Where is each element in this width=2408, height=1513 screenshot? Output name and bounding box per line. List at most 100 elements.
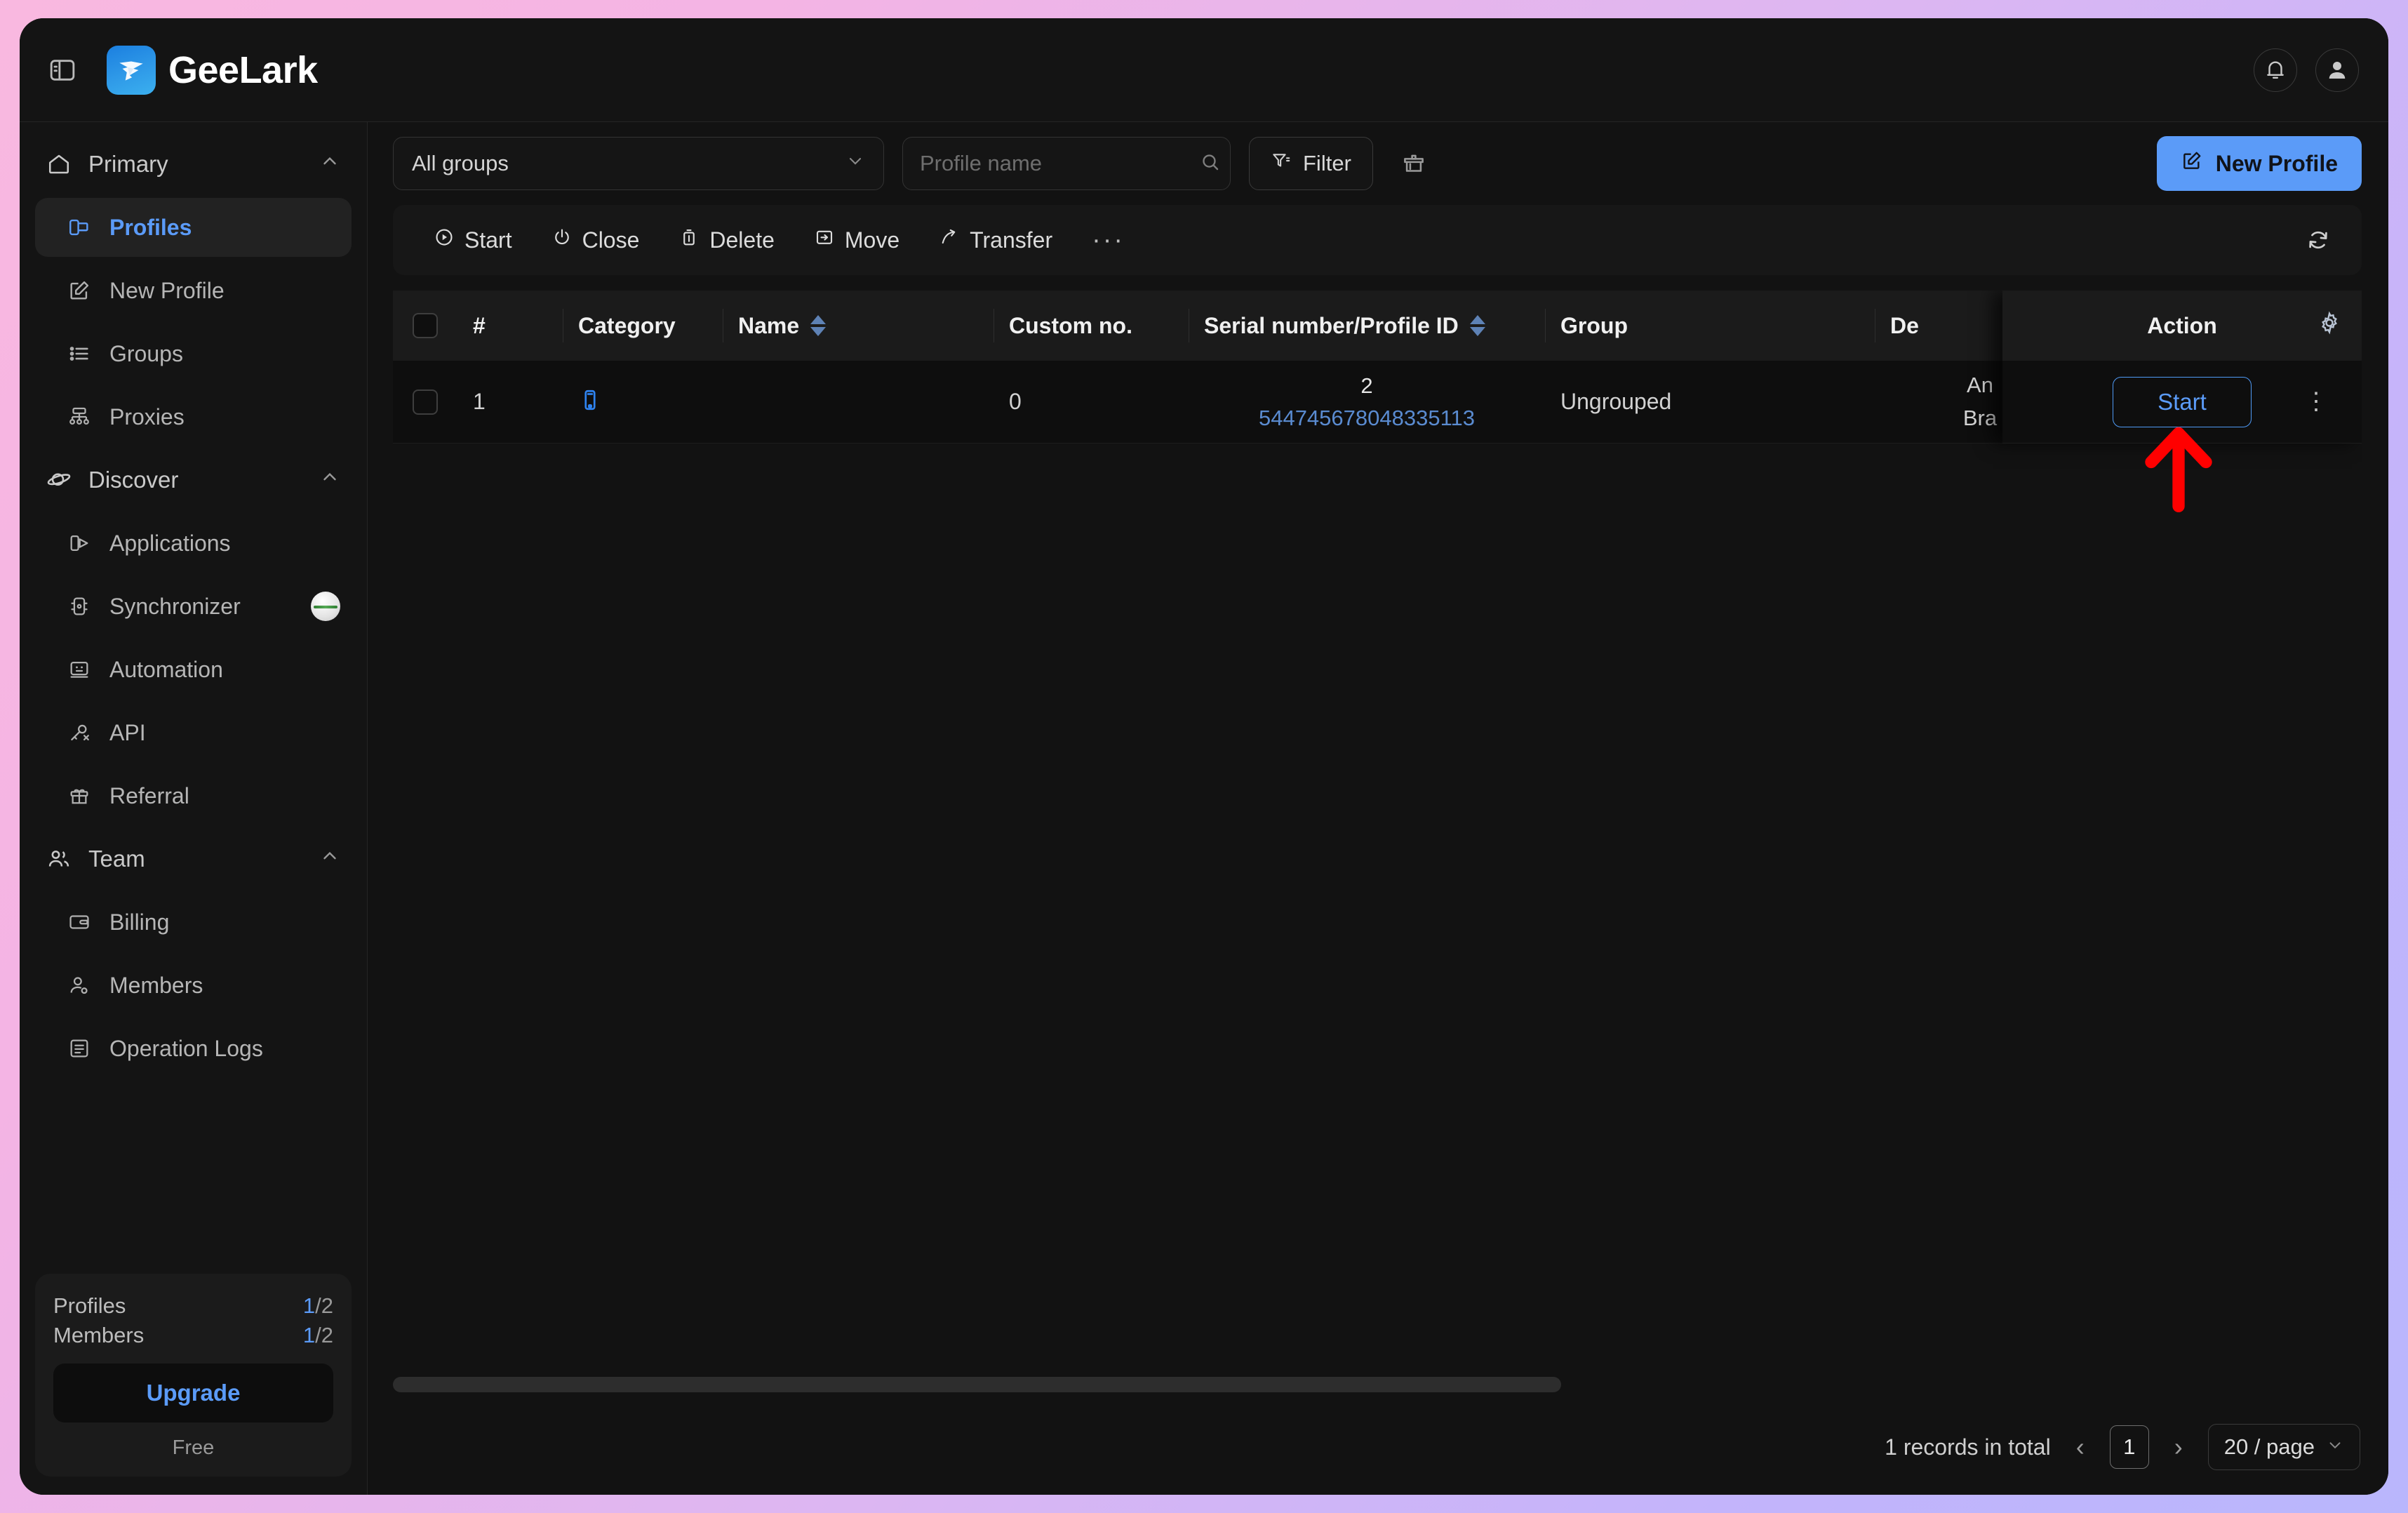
edit-square-icon — [67, 279, 100, 302]
sort-name-icon[interactable] — [810, 315, 826, 336]
page-size-label: 20 / page — [2224, 1434, 2315, 1460]
gear-icon[interactable] — [2317, 310, 2342, 341]
brand-logo[interactable]: GeeLark — [107, 46, 318, 95]
pagination: 1 records in total ‹ 1 › 20 / page — [368, 1399, 2388, 1495]
sidebar-item-new-profile[interactable]: New Profile — [35, 261, 352, 320]
filter-button-label: Filter — [1303, 151, 1351, 176]
row-select-cell — [393, 361, 457, 443]
vertical-dots-icon[interactable]: ⋮ — [2304, 396, 2328, 408]
sidebar-item-proxies[interactable]: Proxies — [35, 387, 352, 446]
sidebar-item-label: Proxies — [109, 404, 340, 430]
automation-icon — [67, 658, 100, 681]
logs-icon — [67, 1037, 100, 1060]
column-header-custom-no: Custom no. — [994, 291, 1189, 361]
chevron-up-icon[interactable] — [319, 846, 340, 872]
avatar-badge — [311, 592, 340, 621]
row-serial-number: 2 — [1360, 373, 1372, 399]
usage-cap: /2 — [315, 1293, 333, 1318]
sidebar-item-referral[interactable]: Referral — [35, 766, 352, 825]
sidebar-group-discover[interactable]: Discover — [35, 451, 352, 509]
search-box[interactable] — [902, 137, 1231, 190]
bulk-start-button[interactable]: Start — [414, 227, 532, 253]
page-size-select[interactable]: 20 / page — [2208, 1424, 2360, 1470]
row-index: 1 — [457, 361, 563, 443]
new-profile-button-label: New Profile — [2216, 151, 2338, 177]
clear-filter-icon[interactable] — [1391, 141, 1436, 186]
sidebar-item-synchronizer[interactable]: Synchronizer — [35, 577, 352, 636]
column-header-name[interactable]: Name — [723, 291, 994, 361]
chevron-down-icon — [845, 151, 865, 176]
row-action-cell: Start ⋮ — [2002, 361, 2362, 444]
usage-value: 1/2 — [303, 1323, 333, 1348]
gift-icon — [67, 784, 100, 808]
column-header-serial[interactable]: Serial number/Profile ID — [1189, 291, 1545, 361]
upgrade-button[interactable]: Upgrade — [53, 1364, 333, 1422]
refresh-icon[interactable] — [2296, 218, 2341, 262]
sidebar-item-profiles[interactable]: Profiles — [35, 198, 352, 257]
bell-icon[interactable] — [2254, 48, 2297, 92]
column-header-index: # — [457, 291, 563, 361]
sidebar-item-label: Profiles — [109, 215, 340, 241]
transfer-arrow-icon — [939, 227, 960, 253]
column-header-group: Group — [1545, 291, 1875, 361]
row-custom-no: 0 — [994, 361, 1189, 443]
sidebar-item-label: Synchronizer — [109, 594, 311, 620]
sidebar-toggle-icon[interactable] — [44, 51, 81, 89]
sidebar-item-applications[interactable]: Applications — [35, 514, 352, 573]
row-profile-id[interactable]: 544745678048335113 — [1259, 406, 1475, 431]
row-checkbox[interactable] — [413, 389, 438, 415]
new-profile-button[interactable]: New Profile — [2157, 136, 2362, 191]
proxy-network-icon — [67, 405, 100, 429]
sidebar-item-label: New Profile — [109, 278, 340, 304]
sidebar-item-billing[interactable]: Billing — [35, 893, 352, 952]
usage-used: 1 — [303, 1323, 315, 1347]
user-avatar-icon[interactable] — [2315, 48, 2359, 92]
sidebar-group-team[interactable]: Team — [35, 829, 352, 888]
home-icon — [46, 152, 79, 177]
group-select[interactable]: All groups — [393, 137, 884, 190]
bulk-close-button[interactable]: Close — [532, 227, 660, 253]
play-circle-icon — [434, 227, 455, 253]
sidebar-item-members[interactable]: Members — [35, 956, 352, 1015]
select-all-checkbox[interactable] — [413, 313, 438, 338]
chevron-up-icon[interactable] — [319, 467, 340, 493]
chevron-left-icon[interactable]: ‹ — [2069, 1432, 2092, 1462]
sidebar-group-label: Primary — [88, 151, 319, 178]
sidebar-item-label: API — [109, 720, 340, 746]
sidebar-item-label: Referral — [109, 783, 340, 809]
sidebar-nav: Primary Profiles — [20, 135, 367, 1274]
sidebar-item-groups[interactable]: Groups — [35, 324, 352, 383]
page-number[interactable]: 1 — [2110, 1425, 2149, 1469]
filter-button[interactable]: Filter — [1249, 137, 1373, 190]
bulk-more-button[interactable]: ··· — [1072, 225, 1144, 255]
trash-icon — [678, 227, 700, 253]
usage-row-members: Members 1/2 — [53, 1323, 333, 1348]
row-category — [563, 361, 723, 443]
row-start-button[interactable]: Start — [2113, 377, 2252, 427]
plan-label: Free — [53, 1437, 333, 1460]
action-column: Action Start ⋮ — [2002, 291, 2362, 444]
usage-cap: /2 — [315, 1323, 333, 1347]
card-icon — [67, 910, 100, 934]
sidebar-item-automation[interactable]: Automation — [35, 640, 352, 699]
search-input[interactable] — [920, 151, 1200, 176]
app-window: GeeLark — [20, 18, 2388, 1495]
sidebar-group-primary[interactable]: Primary — [35, 135, 352, 194]
row-group: Ungrouped — [1545, 361, 1875, 443]
column-header-name-label: Name — [738, 313, 799, 339]
funnel-icon — [1271, 150, 1292, 177]
profiles-icon — [67, 215, 100, 239]
bulk-delete-button[interactable]: Delete — [659, 227, 794, 253]
sidebar-item-api[interactable]: API — [35, 703, 352, 762]
bulk-action-label: Start — [464, 227, 512, 253]
bulk-transfer-button[interactable]: Transfer — [919, 227, 1072, 253]
sidebar-item-operation-logs[interactable]: Operation Logs — [35, 1019, 352, 1078]
bulk-move-button[interactable]: Move — [794, 227, 919, 253]
search-icon — [1200, 152, 1221, 176]
records-total: 1 records in total — [1885, 1434, 2051, 1460]
horizontal-scrollbar[interactable] — [393, 1377, 1561, 1392]
chevron-right-icon[interactable]: › — [2167, 1432, 2190, 1462]
main-content: All groups — [368, 122, 2388, 1495]
sort-serial-icon[interactable] — [1470, 315, 1485, 336]
chevron-up-icon[interactable] — [319, 151, 340, 178]
